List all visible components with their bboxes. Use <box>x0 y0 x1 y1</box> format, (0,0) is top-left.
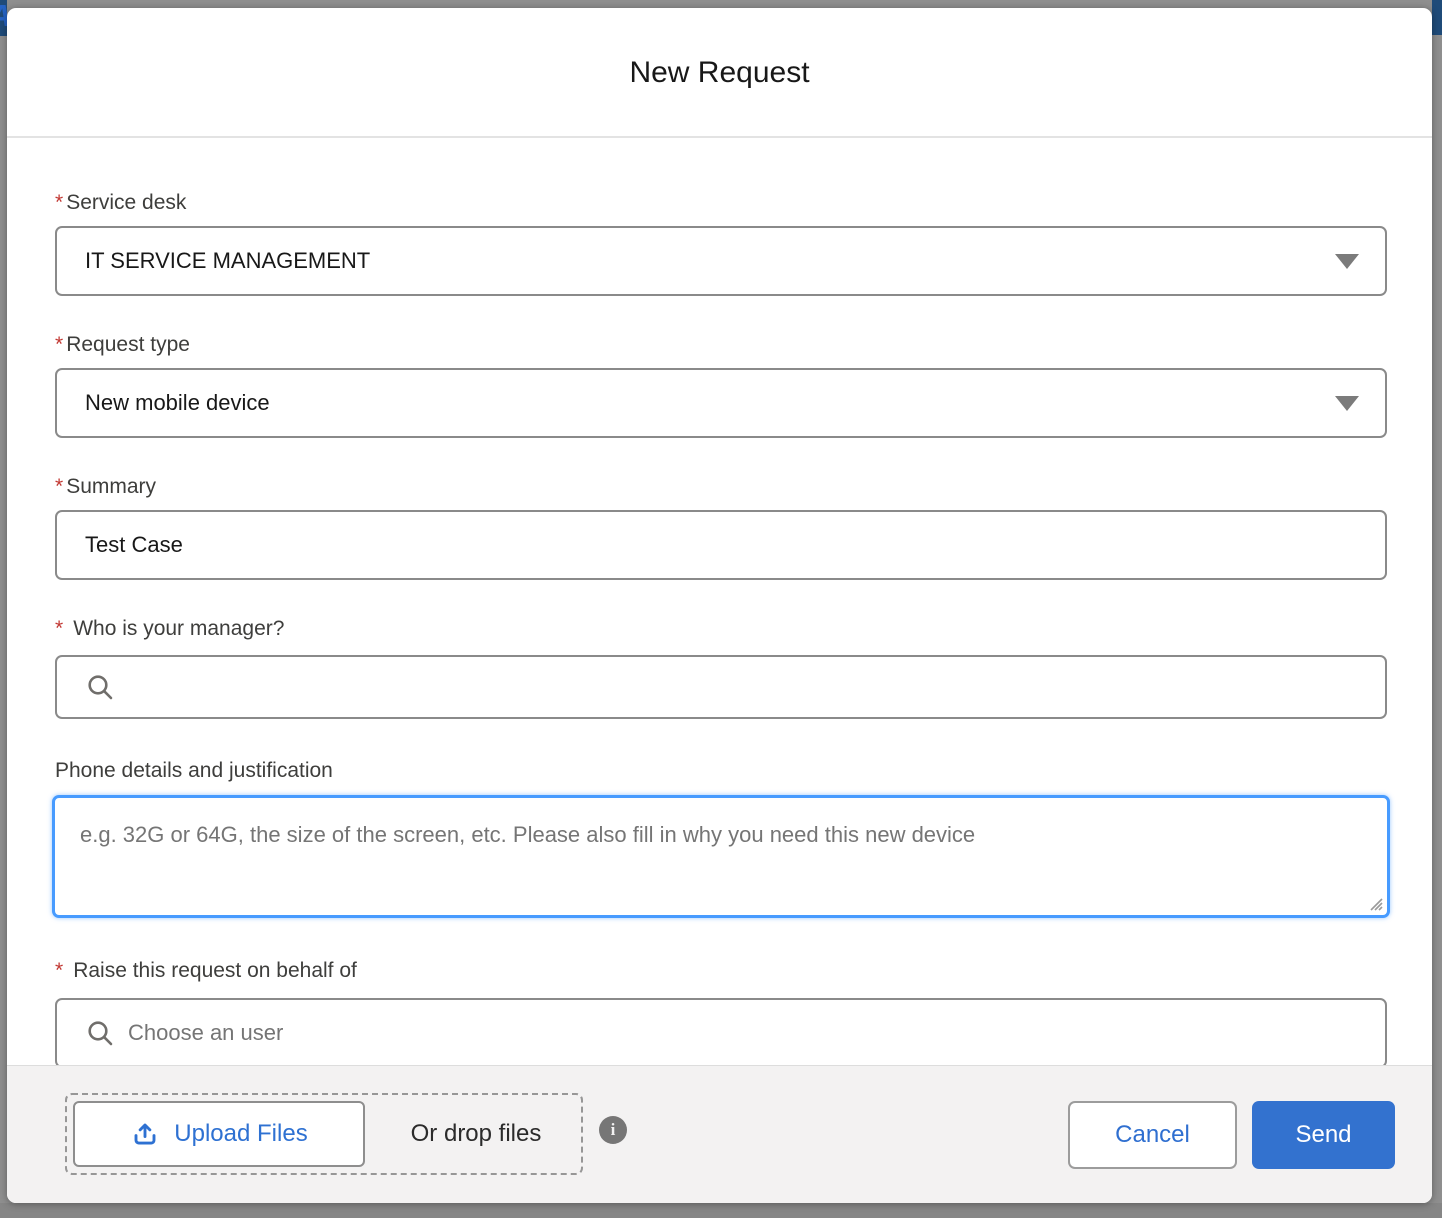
search-icon <box>85 672 115 702</box>
resize-handle[interactable] <box>1366 894 1384 912</box>
info-icon[interactable]: i <box>599 1116 627 1144</box>
service-desk-label: *Service desk <box>55 191 186 215</box>
behalf-of-search-input[interactable] <box>128 1020 1325 1046</box>
phone-details-field <box>52 795 1390 918</box>
required-asterisk: * <box>55 191 63 214</box>
behalf-of-label: *Raise this request on behalf of <box>55 959 357 983</box>
cancel-button[interactable]: Cancel <box>1068 1101 1237 1169</box>
phone-details-label: Phone details and justification <box>55 759 333 783</box>
summary-value: Test Case <box>85 532 183 558</box>
background-text-fragment: A <box>0 0 7 36</box>
chevron-down-icon <box>1335 254 1359 269</box>
service-desk-select[interactable]: IT SERVICE MANAGEMENT <box>55 226 1387 296</box>
new-request-modal: New Request *Service desk IT SERVICE MAN… <box>7 8 1432 1203</box>
chevron-down-icon <box>1335 396 1359 411</box>
manager-label: *Who is your manager? <box>55 617 284 641</box>
upload-icon <box>130 1119 160 1149</box>
upload-files-label: Upload Files <box>174 1120 307 1148</box>
behalf-of-search-field[interactable] <box>55 998 1387 1068</box>
search-icon <box>85 1018 115 1048</box>
required-asterisk: * <box>55 475 63 498</box>
manager-search-input[interactable] <box>128 674 1325 700</box>
upload-files-button[interactable]: Upload Files <box>73 1101 365 1167</box>
summary-input[interactable]: Test Case <box>55 510 1387 580</box>
modal-title: New Request <box>7 56 1432 90</box>
modal-header: New Request <box>7 8 1432 136</box>
send-button[interactable]: Send <box>1252 1101 1395 1169</box>
background-bottom-bar <box>0 1203 1442 1218</box>
file-dropzone[interactable]: Upload Files Or drop files <box>65 1093 583 1175</box>
modal-footer: Upload Files Or drop files i Cancel Send <box>7 1065 1432 1203</box>
service-desk-value: IT SERVICE MANAGEMENT <box>85 248 370 274</box>
required-asterisk: * <box>55 333 63 356</box>
background-navy-bar <box>1432 0 1442 35</box>
phone-details-textarea[interactable] <box>52 795 1390 918</box>
request-type-select[interactable]: New mobile device <box>55 368 1387 438</box>
request-type-value: New mobile device <box>85 390 270 416</box>
drop-files-hint: Or drop files <box>371 1095 581 1173</box>
summary-label: *Summary <box>55 475 156 499</box>
request-type-label: *Request type <box>55 333 190 357</box>
required-asterisk: * <box>55 959 63 982</box>
required-asterisk: * <box>55 617 63 640</box>
manager-search-field[interactable] <box>55 655 1387 719</box>
header-divider <box>7 136 1432 138</box>
